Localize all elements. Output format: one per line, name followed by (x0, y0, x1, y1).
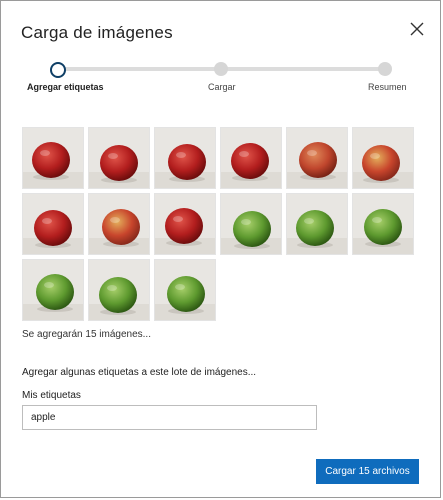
tags-input[interactable] (22, 405, 317, 430)
step-label-agregar-etiquetas: Agregar etiquetas (27, 82, 104, 92)
tags-field-label: Mis etiquetas (22, 390, 81, 401)
image-thumbnail[interactable] (154, 259, 216, 321)
image-thumbnail[interactable] (88, 259, 150, 321)
progress-stepper: Agregar etiquetas Cargar Resumen (1, 56, 442, 96)
image-thumbnail[interactable] (220, 127, 282, 189)
image-count-text: Se agregarán 15 imágenes... (22, 329, 151, 340)
image-thumbnail[interactable] (154, 193, 216, 255)
image-thumbnail[interactable] (286, 127, 348, 189)
image-thumbnail[interactable] (352, 127, 414, 189)
step-label-cargar: Cargar (208, 82, 236, 92)
step-indicator-2 (214, 62, 228, 76)
image-thumbnail[interactable] (22, 127, 84, 189)
image-thumbnail[interactable] (22, 193, 84, 255)
image-thumbnail[interactable] (88, 193, 150, 255)
close-icon[interactable] (407, 19, 427, 39)
image-thumbnail[interactable] (154, 127, 216, 189)
image-thumbnail[interactable] (22, 259, 84, 321)
upload-dialog: Carga de imágenes Agregar etiquetas Carg… (0, 0, 441, 498)
upload-files-button[interactable]: Cargar 15 archivos (316, 459, 419, 484)
dialog-title: Carga de imágenes (21, 23, 173, 42)
image-thumbnail[interactable] (88, 127, 150, 189)
step-indicator-1 (50, 62, 66, 78)
image-thumbnail[interactable] (220, 193, 282, 255)
image-thumbnail[interactable] (286, 193, 348, 255)
step-indicator-3 (378, 62, 392, 76)
tags-section-heading: Agregar algunas etiquetas a este lote de… (22, 367, 257, 378)
image-thumbnail[interactable] (352, 193, 414, 255)
step-label-resumen: Resumen (368, 82, 407, 92)
